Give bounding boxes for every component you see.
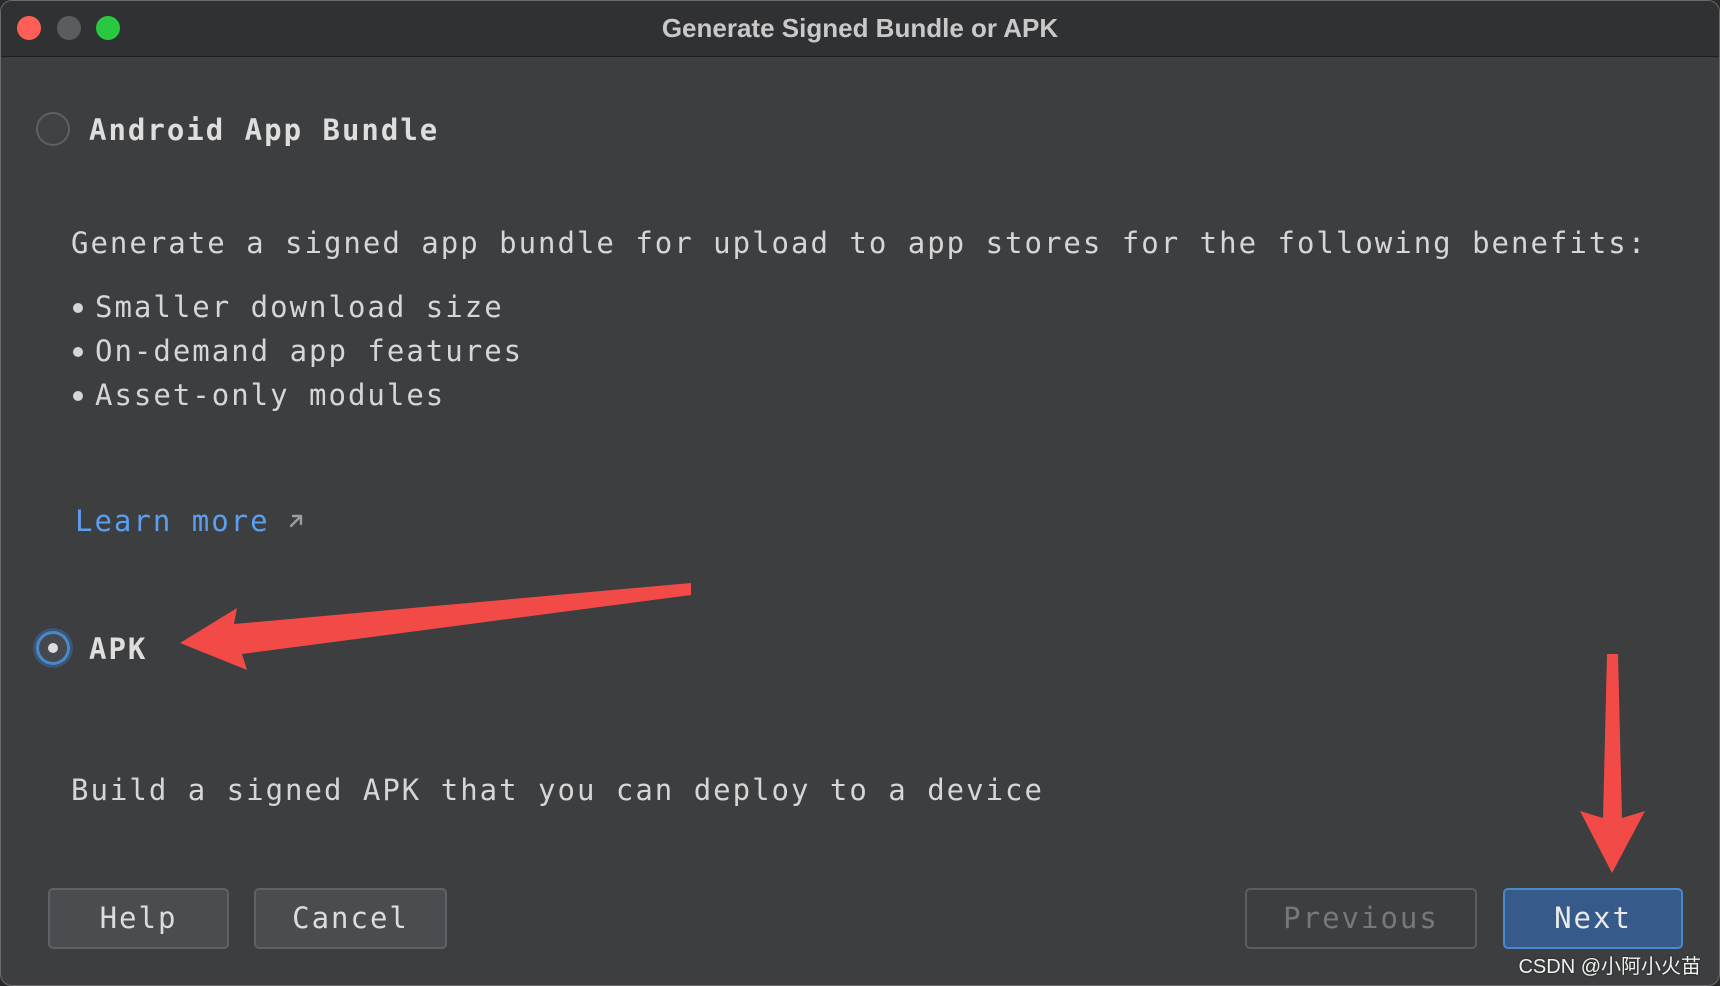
apk-radio[interactable] [36,631,70,665]
bullet-icon [73,391,83,401]
help-button[interactable]: Help [48,888,229,949]
next-button[interactable]: Next [1503,888,1683,949]
apk-description: Build a signed APK that you can deploy t… [71,773,1044,807]
android-app-bundle-label[interactable]: Android App Bundle [89,112,439,148]
window-title: Generate Signed Bundle or APK [661,13,1059,43]
red-arrow-icon [1580,654,1645,873]
watermark: CSDN @小阿小火苗 [1518,956,1701,978]
external-link-icon[interactable] [287,512,305,530]
apk-label[interactable]: APK [89,631,147,667]
title-bar: Generate Signed Bundle or APK [1,1,1719,57]
benefit-item: Asset-only modules [95,378,446,412]
bullet-icon [73,303,83,313]
android-app-bundle-radio[interactable] [36,112,70,146]
previous-button[interactable]: Previous [1245,888,1477,949]
annotation-layer [180,583,1645,873]
radio-dot-icon [48,643,58,653]
generate-signed-bundle-dialog: Generate Signed Bundle or APK Android Ap… [0,0,1720,986]
bullet-icon [73,347,83,357]
red-arrow-icon [180,583,691,670]
bundle-description: Generate a signed app bundle for upload … [71,226,1648,260]
learn-more-link[interactable]: Learn more [75,503,270,539]
benefit-item: On-demand app features [95,334,524,368]
benefit-item: Smaller download size [95,290,504,324]
cancel-button[interactable]: Cancel [254,888,447,949]
